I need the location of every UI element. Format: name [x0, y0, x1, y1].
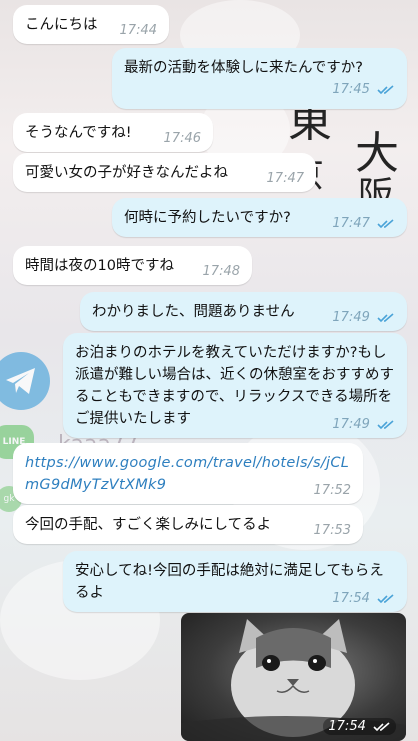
message-time: 17:52	[313, 483, 351, 498]
message-time: 17:45	[332, 82, 370, 97]
message-bubble-outgoing[interactable]: 何時に予約したいですか? 17:47	[112, 198, 407, 237]
message-time: 17:44	[119, 23, 157, 38]
message-text: 可愛い女の子が好きなんだよね	[25, 165, 228, 181]
cat-photo[interactable]: 17:54	[181, 613, 406, 741]
message-time: 17:49	[332, 310, 370, 325]
message-time: 17:54	[332, 591, 370, 606]
message-text: 最新の活動を体験しに来たんですか?	[124, 60, 363, 76]
message-text: そうなんですね!	[25, 125, 132, 141]
telegram-logo	[0, 352, 50, 410]
message-time: 17:47	[266, 171, 304, 186]
double-check-icon	[377, 419, 394, 429]
message-bubble-incoming[interactable]: こんにちは 17:44	[13, 5, 169, 44]
message-text: こんにちは	[25, 17, 98, 33]
message-bubble-outgoing[interactable]: 安心してね!今回の手配は絶対に満足してもらえるよ 17:54	[63, 551, 407, 612]
message-text: 時間は夜の10時ですね	[25, 258, 174, 274]
message-text: 何時に予約したいですか?	[124, 210, 291, 226]
double-check-icon	[377, 218, 394, 228]
message-bubble-outgoing[interactable]: お泊まりのホテルを教えていただけますか?もし派遣が難しい場合は、近くの休憩室をお…	[63, 333, 407, 438]
message-time: 17:46	[163, 131, 201, 146]
message-bubble-incoming[interactable]: 時間は夜の10時ですね 17:48	[13, 246, 252, 285]
message-text: わかりました、問題ありません	[92, 304, 295, 320]
message-time: 17:49	[332, 417, 370, 432]
message-time: 17:54	[328, 719, 366, 734]
hotel-link[interactable]: https://www.google.com/travel/hotels/s/j…	[25, 455, 349, 493]
message-bubble-incoming[interactable]: そうなんですね! 17:46	[13, 113, 213, 152]
double-check-icon	[377, 312, 394, 322]
message-bubble-outgoing[interactable]: わかりました、問題ありません 17:49	[80, 292, 407, 331]
message-time: 17:53	[313, 523, 351, 538]
double-check-icon	[377, 84, 394, 94]
background-kanji: 大	[355, 128, 399, 179]
message-bubble-outgoing[interactable]: 最新の活動を体験しに来たんですか? 17:45	[112, 48, 407, 109]
double-check-icon	[373, 721, 390, 731]
message-bubble-incoming[interactable]: 可愛い女の子が好きなんだよね 17:47	[13, 153, 316, 192]
message-text: 今回の手配、すごく楽しみにしてるよ	[25, 517, 272, 533]
double-check-icon	[377, 593, 394, 603]
message-time: 17:47	[332, 216, 370, 231]
message-time: 17:48	[202, 264, 240, 279]
message-bubble-incoming[interactable]: 今回の手配、すごく楽しみにしてるよ 17:53	[13, 505, 363, 544]
message-bubble-incoming[interactable]: https://www.google.com/travel/hotels/s/j…	[13, 443, 363, 504]
